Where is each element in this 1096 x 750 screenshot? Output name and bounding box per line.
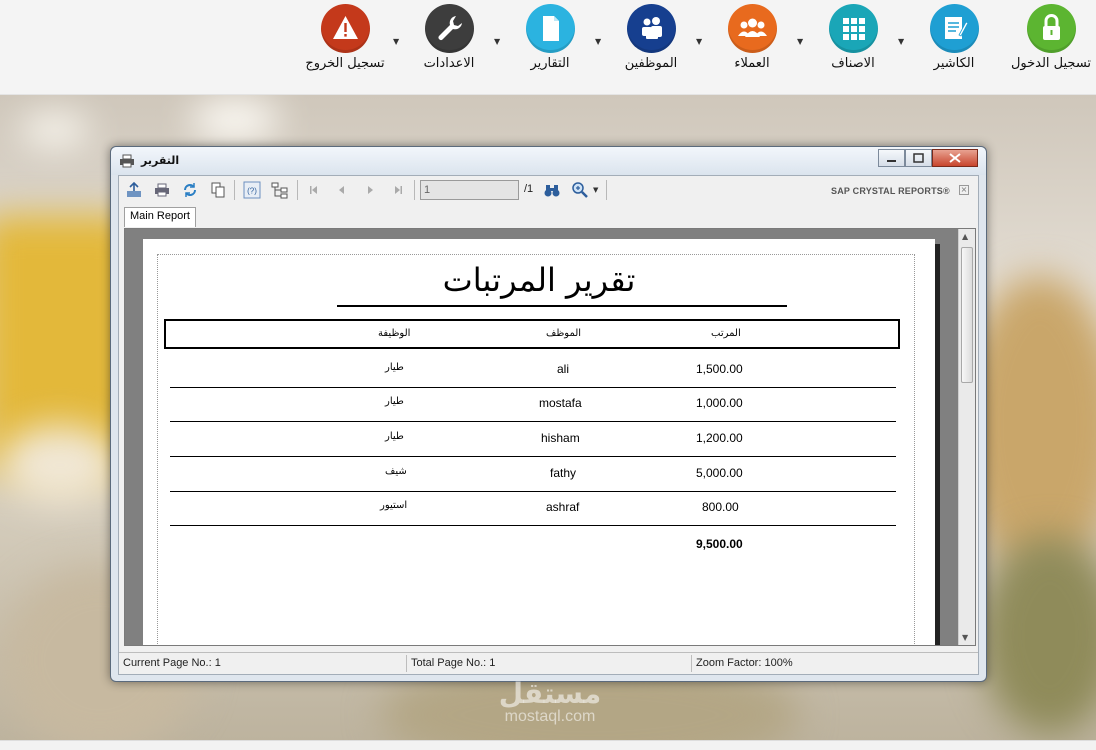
tab-main-report[interactable]: Main Report bbox=[124, 207, 196, 227]
salary-cell: 1,000.00 bbox=[696, 396, 743, 410]
report-title: تقرير المرتبات bbox=[442, 261, 636, 299]
first-page-icon[interactable] bbox=[305, 181, 323, 199]
status-zoom: Zoom Factor: 100% bbox=[696, 657, 793, 669]
scroll-up-icon[interactable]: ▲ bbox=[962, 232, 968, 241]
table-row: 5,000.00 fathy شيف bbox=[170, 457, 896, 492]
nav-settings-label: الاعدادات bbox=[423, 56, 475, 71]
group-tree-icon[interactable] bbox=[271, 181, 289, 199]
watermark-latin: mostaql.com bbox=[504, 708, 596, 725]
salary-cell: 800.00 bbox=[702, 500, 739, 514]
nav-items-label: الاصناف bbox=[831, 56, 875, 71]
nav-cashier-button[interactable]: ▼ الكاشير bbox=[898, 4, 1004, 92]
header-job: الوظيفة bbox=[378, 328, 411, 339]
toggle-parameter-panel-icon[interactable]: (?) bbox=[243, 181, 261, 199]
customers-group-icon bbox=[727, 4, 777, 53]
scroll-down-icon[interactable]: ▼ bbox=[962, 633, 968, 642]
table-row: 800.00 ashraf استيور bbox=[170, 491, 896, 526]
nav-logout-label: تسجيل الخروج bbox=[305, 56, 385, 71]
nav-reports-label: التقارير bbox=[530, 56, 570, 71]
chevron-down-icon[interactable]: ▼ bbox=[593, 186, 598, 194]
find-binoculars-icon[interactable] bbox=[543, 181, 561, 199]
nav-reports-button[interactable]: ▼ التقارير bbox=[494, 4, 600, 92]
close-button[interactable] bbox=[932, 149, 978, 167]
table-row: 1,500.00 ali طيار bbox=[170, 353, 896, 388]
nav-settings-button[interactable]: ▼ الاعدادات bbox=[393, 4, 499, 92]
page-number-input[interactable] bbox=[420, 180, 519, 200]
warning-icon bbox=[320, 4, 370, 53]
status-bar: Current Page No.: 1 Total Page No.: 1 Zo… bbox=[119, 652, 978, 674]
sap-brand-label: SAP CRYSTAL REPORTS® bbox=[831, 186, 950, 196]
window-title: التقرير bbox=[141, 154, 180, 167]
copy-icon[interactable] bbox=[209, 181, 227, 199]
lock-icon bbox=[1026, 4, 1076, 53]
scrollbar-thumb[interactable] bbox=[961, 247, 973, 383]
report-window: التقرير (?) /1 bbox=[110, 146, 987, 682]
table-row: 1,200.00 hisham طيار bbox=[170, 422, 896, 457]
table-header: المرتب الموظف الوظيفة bbox=[164, 319, 900, 349]
report-page: تقرير المرتبات المرتب الموظف الوظيفة 1,5… bbox=[143, 239, 935, 645]
employee-cell: fathy bbox=[550, 466, 577, 480]
cashier-document-icon bbox=[929, 4, 979, 53]
bottom-strip bbox=[0, 740, 1096, 750]
nav-login-button[interactable]: تسجيل الدخول bbox=[1001, 4, 1096, 92]
employee-cell: mostafa bbox=[539, 396, 582, 410]
next-page-icon[interactable] bbox=[361, 181, 379, 199]
salary-total: 9,500.00 bbox=[696, 537, 743, 551]
employee-cell: ashraf bbox=[546, 500, 580, 514]
header-employee: الموظف bbox=[546, 328, 582, 339]
last-page-icon[interactable] bbox=[389, 181, 407, 199]
page-count-label: /1 bbox=[524, 183, 534, 195]
nav-customers-label: العملاء bbox=[734, 56, 770, 71]
grid-icon bbox=[828, 4, 878, 53]
job-cell: طيار bbox=[385, 431, 404, 442]
nav-employees-label: الموظفين bbox=[624, 56, 678, 71]
report-document-icon bbox=[525, 4, 575, 53]
watermark-arabic: مستقل bbox=[498, 677, 602, 710]
wrench-icon bbox=[424, 4, 474, 53]
job-cell: شيف bbox=[385, 466, 407, 477]
maximize-button[interactable] bbox=[905, 149, 932, 167]
status-total-page: Total Page No.: 1 bbox=[411, 657, 496, 669]
job-cell: طيار bbox=[385, 396, 404, 407]
job-cell: استيور bbox=[380, 500, 408, 511]
minimize-button[interactable] bbox=[878, 149, 905, 167]
table-row: 1,000.00 mostafa طيار bbox=[170, 387, 896, 422]
viewer-toolbar: (?) /1 ▼ SAP CRYSTAL REPORTS® × bbox=[119, 176, 978, 204]
zoom-icon[interactable] bbox=[571, 181, 589, 199]
nav-items-button[interactable]: ▼ الاصناف bbox=[797, 4, 903, 92]
nav-login-label: تسجيل الدخول bbox=[1010, 56, 1092, 71]
watermark: مستقل mostaql.com bbox=[480, 680, 620, 726]
refresh-icon[interactable] bbox=[181, 181, 199, 199]
top-navigation-bar: تسجيل الدخول ▼ الكاشير ▼ الاصناف ▼ العمل… bbox=[0, 0, 1096, 95]
employee-cell: hisham bbox=[541, 431, 580, 445]
previous-page-icon[interactable] bbox=[333, 181, 351, 199]
job-cell: طيار bbox=[385, 362, 404, 373]
maximize-icon bbox=[913, 153, 924, 163]
svg-text:(?): (?) bbox=[247, 187, 257, 196]
printer-icon bbox=[120, 154, 134, 168]
close-view-icon[interactable]: × bbox=[959, 185, 969, 195]
export-icon[interactable] bbox=[125, 181, 143, 199]
nav-cashier-label: الكاشير bbox=[933, 56, 975, 71]
employees-group-icon bbox=[626, 4, 676, 53]
salary-cell: 1,500.00 bbox=[696, 362, 743, 376]
crystal-viewer: (?) /1 ▼ SAP CRYSTAL REPORTS® × Main Rep… bbox=[118, 175, 979, 675]
status-current-page: Current Page No.: 1 bbox=[123, 657, 221, 669]
nav-customers-button[interactable]: ▼ العملاء bbox=[696, 4, 802, 92]
employee-cell: ali bbox=[557, 362, 570, 376]
close-icon bbox=[949, 153, 961, 163]
header-salary: المرتب bbox=[711, 328, 741, 339]
minimize-icon bbox=[887, 160, 896, 162]
salary-cell: 5,000.00 bbox=[696, 466, 743, 480]
vertical-scrollbar[interactable]: ▲ ▼ bbox=[958, 229, 975, 645]
report-viewport: تقرير المرتبات المرتب الموظف الوظيفة 1,5… bbox=[124, 228, 976, 646]
window-titlebar[interactable]: التقرير bbox=[111, 147, 986, 175]
salary-cell: 1,200.00 bbox=[696, 431, 743, 445]
nav-employees-button[interactable]: ▼ الموظفين bbox=[595, 4, 701, 92]
nav-logout-button[interactable]: تسجيل الخروج bbox=[295, 4, 395, 92]
print-icon[interactable] bbox=[153, 181, 171, 199]
